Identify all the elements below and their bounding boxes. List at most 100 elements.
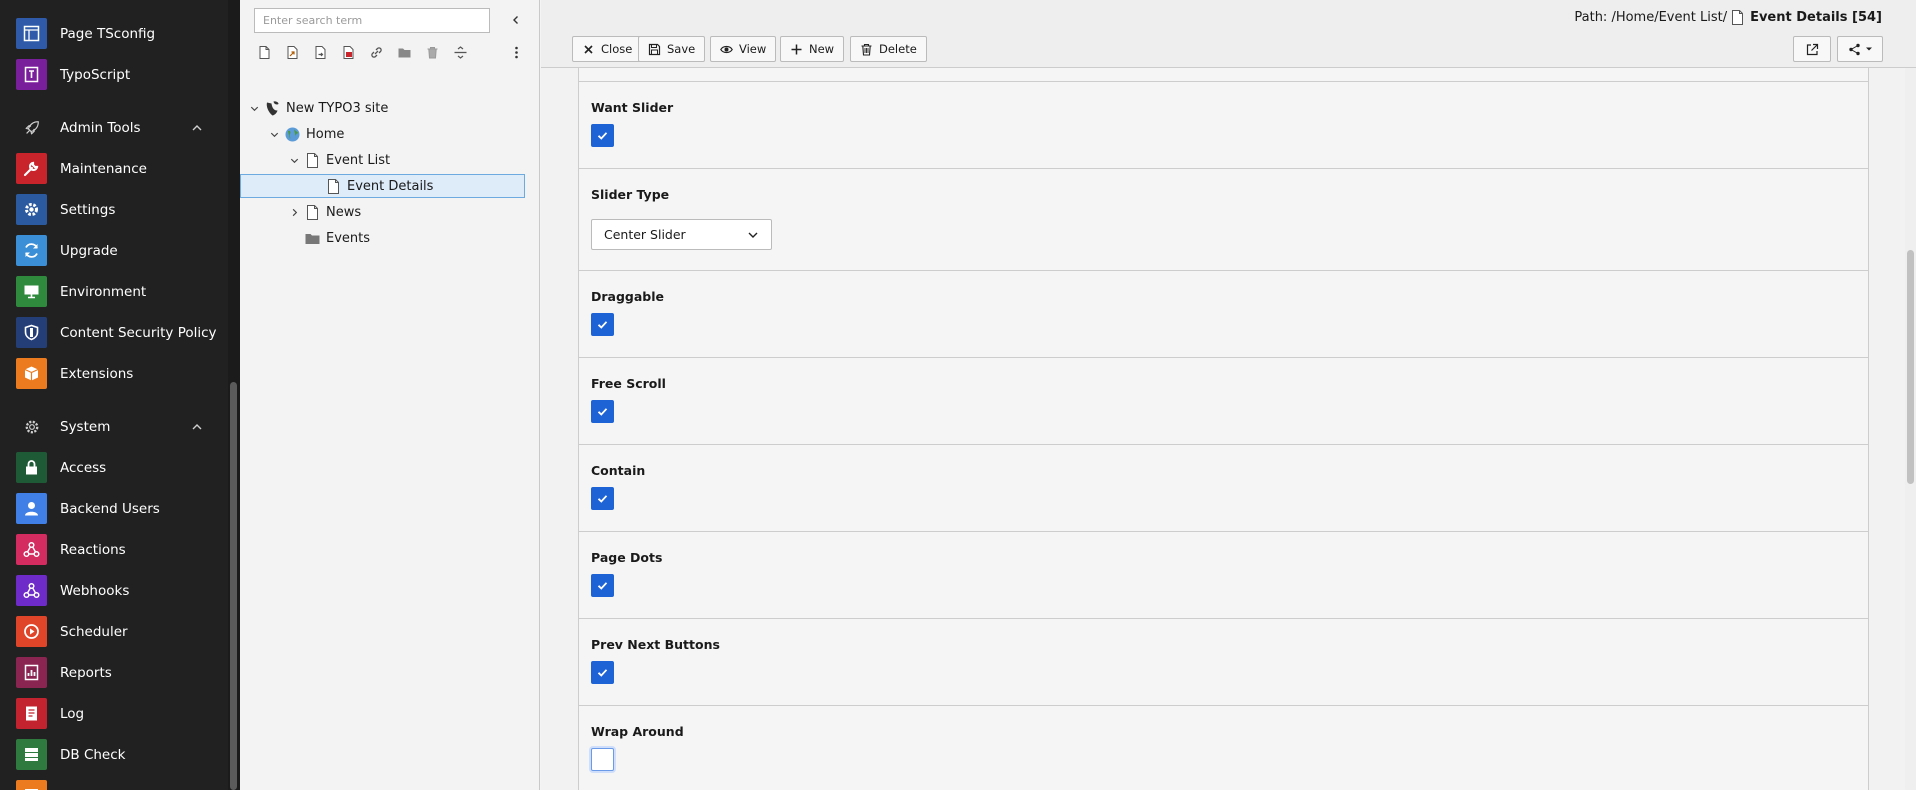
module-item-extensions[interactable]: Extensions bbox=[0, 353, 228, 394]
config-icon bbox=[16, 780, 47, 790]
tree-more-button[interactable] bbox=[502, 41, 530, 63]
module-item-label: Page TSconfig bbox=[60, 25, 156, 42]
checkmark-icon bbox=[597, 321, 608, 329]
eye-icon bbox=[720, 45, 733, 53]
share-icon bbox=[1848, 43, 1860, 55]
wrap-around-checkbox[interactable] bbox=[591, 748, 614, 771]
module-item-page-tsconfig[interactable]: Page TSconfig bbox=[0, 13, 228, 54]
webhook-icon bbox=[16, 534, 47, 565]
tree-node-event-list[interactable]: Event List bbox=[240, 148, 540, 172]
chevron-left-icon bbox=[513, 16, 518, 24]
tree-search-input[interactable] bbox=[254, 8, 490, 33]
wrench-icon bbox=[16, 153, 47, 184]
folder-icon bbox=[304, 230, 321, 247]
field-label: Draggable bbox=[591, 289, 665, 304]
module-item-configuration[interactable]: Configuration bbox=[0, 775, 228, 790]
new-mountpoint-button[interactable] bbox=[334, 41, 362, 63]
free-scroll-checkbox[interactable] bbox=[591, 400, 614, 423]
module-item-label: Content Security Policy bbox=[60, 324, 217, 341]
slider-type-select[interactable]: Center Slider bbox=[591, 219, 772, 250]
content-scrollbar[interactable] bbox=[1905, 68, 1916, 790]
tree-node-home[interactable]: Home bbox=[240, 122, 540, 146]
content-scrollbar-thumb[interactable] bbox=[1907, 250, 1914, 484]
new-link-button[interactable] bbox=[306, 41, 334, 63]
monitor-icon bbox=[16, 276, 47, 307]
tree-node-toggle[interactable] bbox=[247, 101, 261, 115]
field-label: Want Slider bbox=[591, 100, 674, 115]
field-label: Page Dots bbox=[591, 550, 663, 565]
spacer-button[interactable] bbox=[446, 41, 474, 63]
module-item-scheduler[interactable]: Scheduler bbox=[0, 611, 228, 652]
gear-icon bbox=[16, 194, 47, 225]
tree-node-news[interactable]: News bbox=[240, 200, 540, 224]
close-icon bbox=[584, 44, 593, 54]
recycler-button[interactable] bbox=[418, 41, 446, 63]
module-item-maintenance[interactable]: Maintenance bbox=[0, 148, 228, 189]
module-item-content-security-policy[interactable]: Content Security Policy bbox=[0, 312, 228, 353]
page-dots-checkbox[interactable] bbox=[591, 574, 614, 597]
select-value: Center Slider bbox=[604, 227, 686, 242]
more-vertical-icon bbox=[514, 46, 518, 58]
module-item-label: Webhooks bbox=[60, 582, 130, 599]
draggable-checkbox[interactable] bbox=[591, 313, 614, 336]
open-new-window-button[interactable] bbox=[1793, 36, 1831, 62]
share-dropdown-button[interactable] bbox=[1837, 36, 1883, 62]
path-prefix: Path: /Home/Event List/ bbox=[1574, 10, 1728, 25]
module-menu-scrollbar[interactable] bbox=[228, 0, 240, 790]
want-slider-checkbox[interactable] bbox=[591, 124, 614, 147]
webhook-icon bbox=[16, 575, 47, 606]
field-contain: Contain bbox=[578, 445, 1869, 532]
module-item-access[interactable]: Access bbox=[0, 447, 228, 488]
collapse-tree-button[interactable] bbox=[506, 10, 526, 30]
new-shortcut-button[interactable] bbox=[278, 41, 306, 63]
module-item-label: Settings bbox=[60, 201, 116, 218]
delete-button[interactable]: Delete bbox=[850, 36, 927, 62]
view-button[interactable]: View bbox=[710, 36, 777, 62]
module-item-label: Access bbox=[60, 459, 107, 476]
tree-node-label: Events bbox=[326, 230, 371, 246]
module-item-environment[interactable]: Environment bbox=[0, 271, 228, 312]
tree-node-event-details[interactable]: Event Details bbox=[240, 174, 525, 198]
page-icon bbox=[304, 152, 321, 169]
module-item-db-check[interactable]: DB Check bbox=[0, 734, 228, 775]
module-item-label: Environment bbox=[60, 283, 147, 300]
tree-node-new-typo3-site[interactable]: New TYPO3 site bbox=[240, 96, 540, 120]
module-group-system[interactable]: System bbox=[0, 406, 228, 447]
recycler-icon bbox=[427, 46, 437, 58]
save-button-label: Save bbox=[667, 42, 696, 56]
module-item-backend-users[interactable]: Backend Users bbox=[0, 488, 228, 529]
caret-down-icon bbox=[1865, 47, 1872, 51]
module-menu-scrollbar-thumb[interactable] bbox=[230, 382, 237, 790]
tree-node-toggle[interactable] bbox=[287, 205, 301, 219]
module-item-upgrade[interactable]: Upgrade bbox=[0, 230, 228, 271]
page-icon bbox=[325, 178, 342, 195]
module-item-reports[interactable]: Reports bbox=[0, 652, 228, 693]
close-button[interactable]: Close bbox=[572, 36, 643, 62]
tree-node-toggle[interactable] bbox=[267, 127, 281, 141]
new-page-button[interactable] bbox=[250, 41, 278, 63]
module-item-log[interactable]: Log bbox=[0, 693, 228, 734]
view-button-label: View bbox=[739, 42, 767, 56]
new-button[interactable]: New bbox=[780, 36, 845, 62]
form-section-previous bbox=[578, 68, 1869, 82]
module-item-settings[interactable]: Settings bbox=[0, 189, 228, 230]
chevron-down-icon bbox=[250, 106, 258, 111]
new-page-icon bbox=[259, 45, 269, 59]
page-tree-panel: New TYPO3 site Home Event List Event Detail… bbox=[240, 0, 540, 790]
plus-icon bbox=[791, 44, 802, 54]
contain-checkbox[interactable] bbox=[591, 487, 614, 510]
prev-next-buttons-checkbox[interactable] bbox=[591, 661, 614, 684]
save-button[interactable]: Save bbox=[638, 36, 706, 62]
tree-node-toggle[interactable] bbox=[287, 153, 301, 167]
module-group-admin-tools[interactable]: Admin Tools bbox=[0, 107, 228, 148]
module-item-reactions[interactable]: Reactions bbox=[0, 529, 228, 570]
new-folder-button[interactable] bbox=[390, 41, 418, 63]
tree-node-events[interactable]: Events bbox=[240, 226, 540, 250]
new-external-url-button[interactable] bbox=[362, 41, 390, 63]
module-item-webhooks[interactable]: Webhooks bbox=[0, 570, 228, 611]
globe-icon bbox=[284, 126, 301, 143]
tree-node-label: Event Details bbox=[347, 178, 434, 194]
new-shortcut-icon bbox=[287, 45, 297, 59]
module-item-typoscript[interactable]: TypoScript bbox=[0, 54, 228, 95]
gear-outline-icon bbox=[20, 415, 44, 439]
